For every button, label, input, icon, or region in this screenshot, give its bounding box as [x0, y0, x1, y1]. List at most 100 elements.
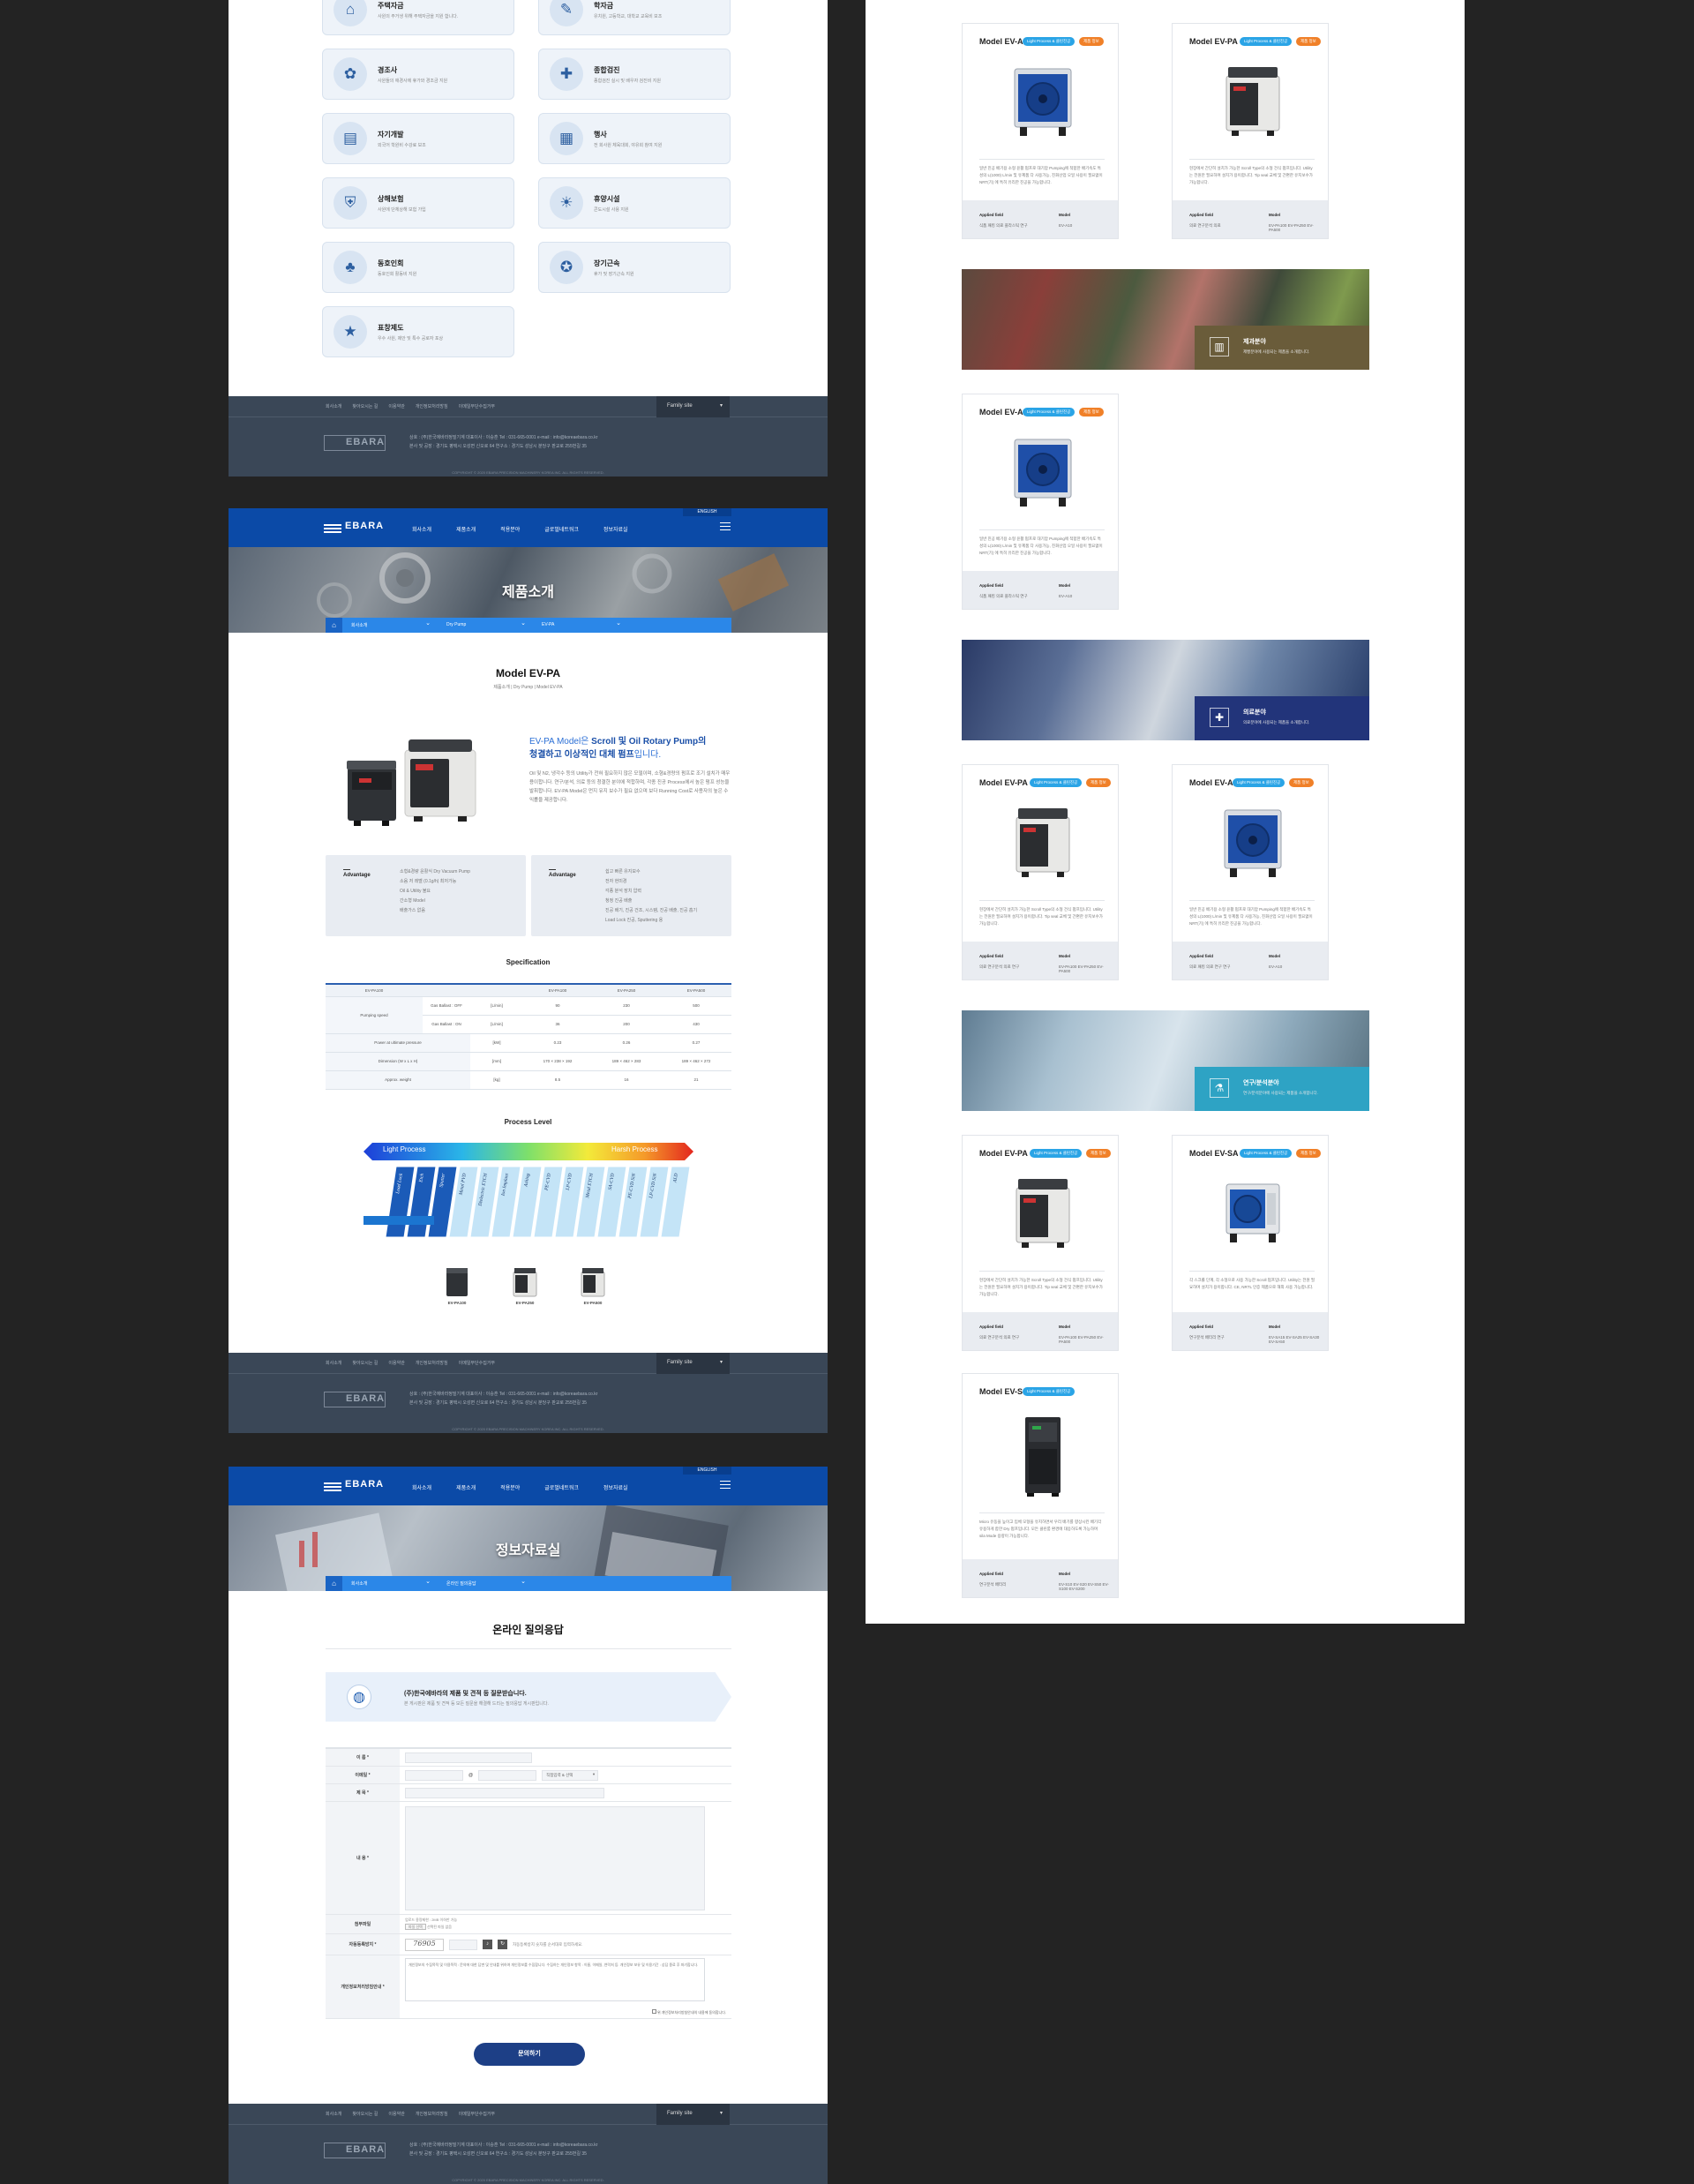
benefit-title: 장기근속	[594, 259, 620, 267]
product-card[interactable]: Model EV-PA Light Process & 클린진공 제품 정보 현장에서…	[962, 1135, 1119, 1351]
copyright: COPYRIGHT © 2020 EBARA PRECISION MACHINE…	[452, 470, 604, 475]
file-select-button[interactable]: 파일 선택	[405, 1924, 426, 1930]
privacy-checkbox[interactable]	[651, 2009, 656, 2014]
privacy-textbox[interactable]: 개인정보의 수집목적 및 이용목적 : 문의에 대한 답변 및 안내를 위하여 …	[405, 1958, 705, 2001]
footer: 회사소개 찾아오시는 길 이용약관 개인정보처리방침 이메일무단수집거부 Fam…	[229, 1353, 828, 1433]
footer-link[interactable]: 이용약관	[388, 2111, 404, 2117]
product-card[interactable]: Model EV-A Light Process & 클린진공 제품 정보 일반 진공…	[1172, 764, 1329, 980]
product-name: Model EV-PA	[979, 1149, 1028, 1158]
home-icon[interactable]: ⌂	[326, 618, 342, 633]
menu-item[interactable]: 제품소개	[456, 525, 476, 533]
product-name: Model EV-PA	[1189, 37, 1238, 46]
home-icon[interactable]: ⌂	[326, 1576, 342, 1591]
footer-link[interactable]: 회사소개	[326, 403, 341, 409]
footer-link[interactable]: 이메일무단수집거부	[459, 2111, 495, 2117]
footer-link[interactable]: 회사소개	[326, 2111, 341, 2117]
footer-link[interactable]: 개인정보처리방침	[416, 1360, 448, 1366]
submit-button[interactable]: 문의하기	[474, 2043, 585, 2066]
menu-item[interactable]: 회사소개	[412, 1483, 431, 1491]
spec-header-cell: EV-PA250	[592, 983, 661, 997]
footer-link[interactable]: 개인정보처리방침	[416, 403, 448, 409]
info-badge[interactable]: 제품 정보	[1086, 1149, 1111, 1158]
menu-item[interactable]: 적용분야	[500, 525, 520, 533]
product-card[interactable]: Model EV-SA Light Process & 클린진공 제품 정보 각 스크…	[1172, 1135, 1329, 1351]
breadcrumb-item[interactable]: 온라인 질의응답	[438, 1576, 533, 1591]
info-badge[interactable]: 제품 정보	[1289, 778, 1314, 787]
info-badge[interactable]: 제품 정보	[1079, 37, 1104, 46]
breadcrumb-item[interactable]: 회사소개	[342, 1576, 438, 1591]
advantage-item: Oil & Utility 불요	[400, 889, 431, 894]
club-icon: ♣	[334, 251, 367, 284]
product-image	[347, 739, 476, 826]
language-button[interactable]: ENGLISH	[683, 1467, 731, 1475]
menu-item[interactable]: 회사소개	[412, 525, 431, 533]
site-logo[interactable]: EBARA	[324, 521, 384, 535]
menu-item[interactable]: 글로벌네트워크	[544, 525, 579, 533]
breadcrumb-item[interactable]: 회사소개	[342, 618, 438, 633]
footer-link[interactable]: 이메일무단수집거부	[459, 403, 495, 409]
info-badge[interactable]: 제품 정보	[1296, 37, 1321, 46]
subject-field[interactable]	[405, 1787, 604, 1798]
applied-field-banner[interactable]: ✚ 의료분야 의료분야에 사용되는 제품을 소개합니다.	[962, 640, 1369, 740]
product-name: Model EV-A	[979, 37, 1023, 46]
breadcrumb-item[interactable]: EV-PA	[533, 618, 628, 633]
spec-value: 189 × 462 × 283	[592, 1052, 661, 1071]
breadcrumb-item[interactable]: Dry Pump	[438, 618, 533, 633]
pump-image	[1011, 64, 1075, 144]
email-domain-select[interactable]: 직접입력 & 선택 ▾	[542, 1769, 599, 1781]
footer-link[interactable]: 개인정보처리방침	[416, 2111, 448, 2117]
product-card[interactable]: Model EV-PA Light Process & 클린진공 제품 정보 현장에서…	[962, 764, 1119, 980]
spec-row: Approx. weight [kg] 8.5 16 21	[326, 1070, 731, 1090]
menu-item[interactable]: 적용분야	[500, 1483, 520, 1491]
email-domain-field[interactable]	[478, 1769, 537, 1781]
footer-link[interactable]: 찾아오시는 길	[352, 1360, 378, 1366]
footer-link[interactable]: 찾아오시는 길	[352, 2111, 378, 2117]
product-card[interactable]: Model EV-A Light Process & 클린진공 제품 정보 일반 진공…	[962, 23, 1119, 239]
process-title: Process Level	[504, 1118, 552, 1126]
model-label: Model	[1059, 213, 1070, 217]
menu-item[interactable]: 제품소개	[456, 1483, 476, 1491]
site-logo[interactable]: EBARA	[324, 1479, 384, 1493]
info-badge[interactable]: 제품 정보	[1079, 408, 1104, 417]
banner-desc: 연구/분석분야에 사용되는 제품을 소개합니다.	[1243, 1091, 1318, 1095]
captcha-field[interactable]	[449, 1939, 477, 1950]
family-site-select[interactable]: Family site ▾	[656, 2104, 730, 2125]
product-card[interactable]: Model EV-S Light Process & 클린진공 Micro 유동을 …	[962, 1373, 1119, 1598]
spec-value: 21	[661, 1070, 731, 1090]
info-badge[interactable]: 제품 정보	[1086, 778, 1111, 787]
product-card[interactable]: Model EV-A Light Process & 클린진공 제품 정보 일반 진공…	[962, 394, 1119, 610]
menu-icon[interactable]	[720, 1481, 731, 1490]
language-button[interactable]: ENGLISH	[683, 508, 731, 516]
applied-field-banner[interactable]: ⚗ 연구/분석분야 연구/분석분야에 사용되는 제품을 소개합니다.	[962, 1010, 1369, 1111]
footer-link[interactable]: 찾아오시는 길	[352, 403, 378, 409]
email-id-field[interactable]	[405, 1769, 463, 1781]
family-site-select[interactable]: Family site ▾	[656, 1353, 730, 1374]
menu-item[interactable]: 정보자료실	[603, 1483, 628, 1491]
footer-link[interactable]: 이메일무단수집거부	[459, 1360, 495, 1366]
footer-link[interactable]: 이용약관	[388, 403, 404, 409]
info-badge[interactable]: 제품 정보	[1296, 1149, 1321, 1158]
footer-link[interactable]: 이용약관	[388, 1360, 404, 1366]
spec-value: 36	[523, 1015, 592, 1034]
footer-link[interactable]: 회사소개	[326, 1360, 341, 1366]
benefits-grid: ⌂ 주택자금 사원의 주거생 위해 주택자금을 지원 합니다. ✎ 학자금 유치원, 고등…	[322, 0, 731, 357]
product-item[interactable]: EV-PA250	[511, 1265, 539, 1305]
name-field[interactable]	[405, 1752, 532, 1763]
menu-item[interactable]: 글로벌네트워크	[544, 1483, 579, 1491]
footer: 회사소개 찾아오시는 길 이용약관 개인정보처리방침 이메일무단수집거부 Fam…	[229, 2104, 828, 2184]
audio-icon[interactable]: ♪	[483, 1940, 492, 1949]
benefit-card: ★ 표창제도 우수 사원, 제안 및 특수 공로자 포상	[322, 306, 514, 357]
menu-icon[interactable]	[720, 522, 731, 531]
calendar-icon: ▦	[550, 122, 583, 155]
applied-field-value: 의료 연구분석 의료	[1189, 223, 1221, 228]
benefit-desc: 유치원, 고등학교, 대학교 교육비 보조	[594, 13, 663, 19]
product-card[interactable]: Model EV-PA Light Process & 클린진공 제품 정보 현장에서…	[1172, 23, 1329, 239]
product-item[interactable]: EV-PA100	[443, 1265, 471, 1305]
refresh-icon[interactable]: ↻	[498, 1940, 507, 1949]
menu-item[interactable]: 정보자료실	[603, 525, 628, 533]
content-textarea[interactable]	[405, 1805, 705, 1910]
product-desc: 현장에서 간단히 설치가 가능한 Scroll Type의 소형 건식 펌프입니…	[1189, 159, 1315, 186]
applied-field-banner[interactable]: ▥ 제과분야 제빵분야에 사용되는 제품을 소개합니다.	[962, 269, 1369, 370]
family-site-select[interactable]: Family site ▾	[656, 396, 730, 417]
product-item[interactable]: EV-PA500	[579, 1265, 607, 1305]
